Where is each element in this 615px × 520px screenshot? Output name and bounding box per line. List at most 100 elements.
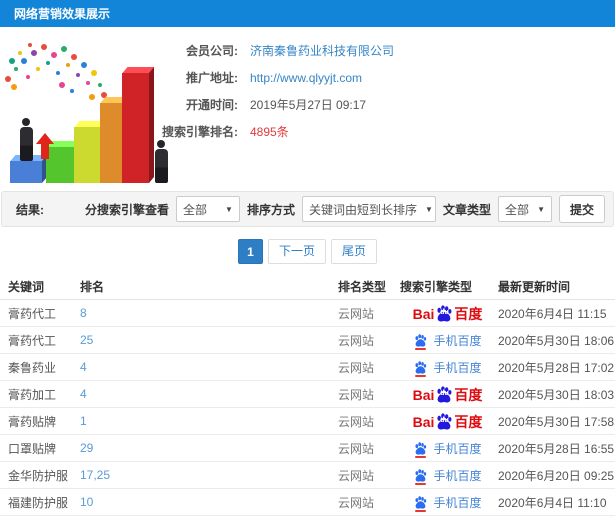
keyword-cell: 福建防护服 [8,495,69,510]
baidu-cn-text: 百度 [454,386,483,403]
dropdown-caret-icon: ▼ [225,204,233,214]
baidu-cn-text: 百度 [454,305,483,322]
baidu-logo-text: Bai [412,305,435,322]
info-section: 会员公司: 济南秦鲁药业科技有限公司 推广地址: http://www.qlyy… [0,27,615,191]
sort-selected-value: 关键词由短到长排序 [308,202,417,217]
table-row[interactable]: 手机百度 [0,516,615,520]
baidu-logo-text: Bai [412,413,435,430]
keyword-cell: 金华防护服 [8,468,69,483]
update-time-cell: 2020年6月4日 11:15 [498,306,607,321]
table-row[interactable]: 膏药代工 8 云网站 Bai du 百度 2020年6月4日 11:15 [0,300,615,327]
mobile-baidu-logo: 手机百度 [413,440,482,458]
update-time-cell: 2020年5月30日 18:06 [498,333,615,348]
rank-type-cell: 云网站 [338,414,375,429]
baidu-du-text: du [440,308,449,316]
baidu-du-text: du [440,389,449,397]
bar-blue [10,161,42,183]
next-page-button[interactable]: 下一页 [267,239,326,264]
baidu-paw-icon: du [435,304,453,322]
keyword-cell: 膏药加工 [8,387,57,402]
result-label: 结果: [16,202,44,217]
rank-link[interactable]: 17,25 [80,468,338,482]
baidu-paw-icon: du [435,385,453,403]
businessman-right [153,140,169,183]
search-engine-cell: Bai du 百度 [400,385,495,403]
search-engine-cell: 手机百度 [400,359,495,377]
update-time-cell: 2020年5月28日 17:02 [498,360,615,375]
article-type-label: 文章类型 [442,202,491,217]
promo-url-link[interactable]: http://www.qlyyjt.com [250,71,362,85]
update-time-cell: 2020年6月4日 11:10 [498,495,607,510]
baidu-cn-text: 百度 [454,413,483,430]
rank-link[interactable]: 4 [80,360,338,374]
update-time-cell: 2020年5月30日 17:58 [498,414,615,429]
mobile-baidu-logo: 手机百度 [413,332,482,350]
sort-label: 排序方式 [246,202,295,217]
rank-link[interactable]: 10 [80,495,338,509]
mobile-baidu-text: 手机百度 [433,495,482,510]
open-time-value: 2019年5月27日 09:17 [250,98,367,112]
info-row-company: 会员公司: 济南秦鲁药业科技有限公司 [0,37,615,64]
baidu-paw-icon [413,333,428,350]
mobile-baidu-text: 手机百度 [433,333,482,348]
rank-type-cell: 云网站 [338,306,375,321]
update-time-cell: 2020年6月20日 09:25 [498,468,615,483]
search-engine-cell: 手机百度 [400,494,495,512]
company-link[interactable]: 济南秦鲁药业科技有限公司 [250,42,394,59]
dropdown-caret-icon: ▼ [424,204,433,214]
engine-view-label: 分搜索引擎查看 [84,202,169,217]
table-row[interactable]: 秦鲁药业 4 云网站 手机百度 2020年5月28日 17:02 [0,354,615,381]
article-type-select[interactable]: 全部 ▼ [497,196,552,222]
rank-link[interactable]: 25 [80,333,338,347]
table-row[interactable]: 福建防护服 10 云网站 手机百度 2020年6月4日 11:10 [0,489,615,516]
baidu-paw-icon [413,441,428,458]
header-keyword: 关键词 [8,280,45,294]
search-engine-cell: 手机百度 [400,332,495,350]
page-number-current[interactable]: 1 [237,239,263,264]
submit-button[interactable]: 提交 [558,195,605,223]
mobile-baidu-logo: 手机百度 [413,494,482,512]
update-time-cell: 2020年5月30日 18:03 [498,387,615,402]
article-type-selected-value: 全部 [504,202,529,217]
table-row[interactable]: 口罩贴牌 29 云网站 手机百度 2020年5月28日 16:55 [0,435,615,462]
rank-link[interactable]: 8 [80,306,338,320]
header-rank-type: 排名类型 [338,280,387,294]
rank-count-value: 4895条 [250,125,289,139]
results-table: 关键词 排名 排名类型 搜索引擎类型 最新更新时间 膏药代工 8 云网站 Bai… [0,274,615,520]
promo-url-label: 推广地址: [186,71,238,85]
engine-view-selected-value: 全部 [182,202,207,217]
header-update-time: 最新更新时间 [498,280,571,294]
table-row[interactable]: 膏药加工 4 云网站 Bai du 百度 2020年5月30日 18:03 [0,381,615,408]
baidu-du-text: du [440,416,449,424]
rank-type-cell: 云网站 [338,495,375,510]
keyword-cell: 口罩贴牌 [8,441,57,456]
mobile-baidu-text: 手机百度 [433,441,482,456]
table-row[interactable]: 膏药贴牌 1 云网站 Bai du 百度 2020年5月30日 17:58 [0,408,615,435]
rank-link[interactable]: 29 [80,441,338,455]
dropdown-caret-icon: ▼ [537,204,545,214]
engine-view-select[interactable]: 全部 ▼ [175,196,240,222]
search-engine-cell: 手机百度 [400,440,495,458]
keyword-cell: 膏药代工 [8,333,57,348]
search-engine-cell: Bai du 百度 [400,412,495,430]
rank-count-label: 搜索引擎排名: [162,125,238,139]
page-title: 网络营销效果展示 [14,7,111,21]
mobile-baidu-logo: 手机百度 [413,359,482,377]
baidu-logo: Bai du 百度 [413,385,483,403]
table-header-row: 关键词 排名 排名类型 搜索引擎类型 最新更新时间 [0,274,615,300]
table-row[interactable]: 膏药代工 25 云网站 手机百度 2020年5月30日 18:06 [0,327,615,354]
rank-link[interactable]: 4 [80,387,338,401]
table-row[interactable]: 金华防护服 17,25 云网站 手机百度 2020年6月20日 09:25 [0,462,615,489]
header-rank: 排名 [80,280,105,294]
rank-type-cell: 云网站 [338,387,375,402]
info-row-open-time: 开通时间: 2019年5月27日 09:17 [0,91,615,118]
sort-select[interactable]: 关键词由短到长排序 ▼ [301,196,436,222]
mobile-baidu-logo: 手机百度 [413,467,482,485]
rank-type-cell: 云网站 [338,333,375,348]
filter-bar: 结果: 分搜索引擎查看 全部 ▼ 排序方式 关键词由短到长排序 ▼ 文章类型 全… [1,191,614,227]
last-page-button[interactable]: 尾页 [331,239,378,264]
keyword-cell: 膏药贴牌 [8,414,57,429]
rank-link[interactable]: 1 [80,414,338,428]
keyword-cell: 秦鲁药业 [8,360,57,375]
header-engine-type: 搜索引擎类型 [400,280,473,294]
